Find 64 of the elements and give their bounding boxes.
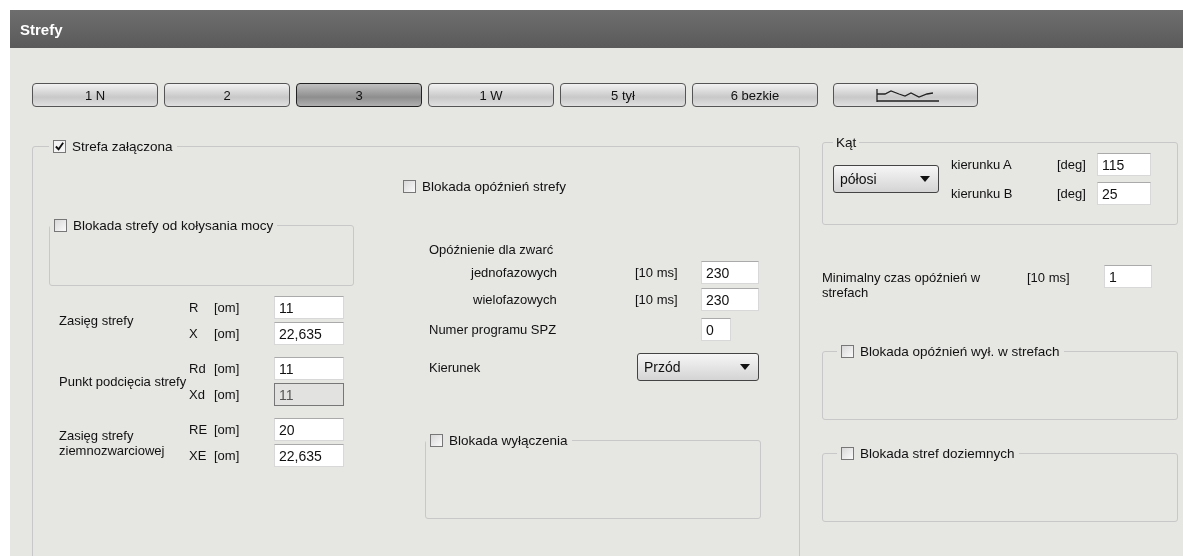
zone-tab[interactable]: 1 W [428, 83, 554, 107]
unit-label: [om] [214, 300, 241, 315]
symbol-label: X [189, 326, 199, 341]
zone-tab[interactable]: 6 bezkie [692, 83, 818, 107]
input-field[interactable]: 115 [1097, 153, 1151, 176]
input-field[interactable]: 20 [274, 418, 344, 441]
input-field[interactable]: 230 [701, 288, 759, 311]
input-field[interactable]: 11 [274, 357, 344, 380]
checkbox-label: Blokada opóźnień strefy [422, 179, 567, 194]
symbol-label: RE [189, 422, 209, 437]
field-label: Zasięg strefy [58, 313, 135, 328]
field-label: Zasięg strefy ziemnozwarciowej [58, 427, 166, 458]
input-field[interactable]: 22,635 [274, 444, 344, 467]
checkbox[interactable] [430, 434, 443, 447]
direction-dropdown[interactable]: Przód [637, 353, 759, 381]
input-field[interactable]: 230 [701, 261, 759, 284]
unit-label: [om] [214, 361, 241, 376]
dropdown-arrow-icon [920, 176, 930, 182]
mode-dropdown[interactable]: półosi [833, 165, 939, 193]
field-label: jednofazowych [469, 265, 558, 280]
unit-label: [om] [214, 422, 241, 437]
symbol-label: Xd [189, 387, 206, 402]
input-field[interactable]: 11 [274, 296, 344, 319]
unit-label: [om] [214, 448, 241, 463]
symbol-label: Rd [189, 361, 207, 376]
symbol-label: R [189, 300, 200, 315]
checkbox[interactable] [54, 219, 67, 232]
zone-tab[interactable]: 2 [164, 83, 290, 107]
unit-label: [om] [214, 387, 241, 402]
checkbox-label: Blokada strefy od kołysania mocy [73, 218, 274, 233]
input-field[interactable]: 1 [1104, 265, 1152, 288]
checkbox-label: Blokada wyłączenia [449, 433, 568, 448]
zone-tab[interactable]: 1 N [32, 83, 158, 107]
chart-tab[interactable] [833, 83, 978, 107]
dropdown-arrow-icon [740, 364, 750, 370]
field-label: wielofazowych [472, 292, 558, 307]
checkbox-label: Blokada opóźnień wył. w strefach [860, 344, 1060, 359]
field-label: kierunku A [951, 157, 1013, 172]
unit-label: [10 ms] [1027, 269, 1071, 285]
input-field[interactable]: 0 [701, 318, 731, 341]
field-label: Numer programu SPZ [428, 322, 558, 337]
symbol-label: XE [189, 448, 208, 463]
unit-label: [deg] [1057, 186, 1087, 201]
unit-label: [om] [214, 326, 241, 341]
section-label: Opóźnienie dla zwarć [429, 242, 555, 257]
unit-label: [10 ms] [635, 265, 679, 280]
field-label: Kierunek [428, 359, 482, 375]
checkbox[interactable] [841, 447, 854, 460]
checkbox[interactable] [53, 140, 66, 153]
checkbox[interactable] [403, 180, 416, 193]
unit-label: [deg] [1057, 157, 1087, 172]
input-field[interactable]: 25 [1097, 182, 1151, 205]
field-label: Minimalny czas opóźnień w strefach [822, 269, 982, 300]
checkbox[interactable] [841, 345, 854, 358]
zone-tab[interactable]: 3 [296, 83, 422, 107]
window-title: Strefy [20, 20, 63, 38]
checkbox-label: Blokada stref doziemnych [860, 446, 1015, 461]
unit-label: [10 ms] [635, 292, 679, 307]
checkbox-label: Strefa załączona [72, 139, 173, 154]
zone-tab[interactable]: 5 tył [560, 83, 686, 107]
group-title: Kąt [835, 135, 858, 150]
input-field[interactable]: 22,635 [274, 322, 344, 345]
field-label: kierunku B [951, 186, 1014, 201]
field-label: Punkt podcięcia strefy [58, 374, 188, 389]
